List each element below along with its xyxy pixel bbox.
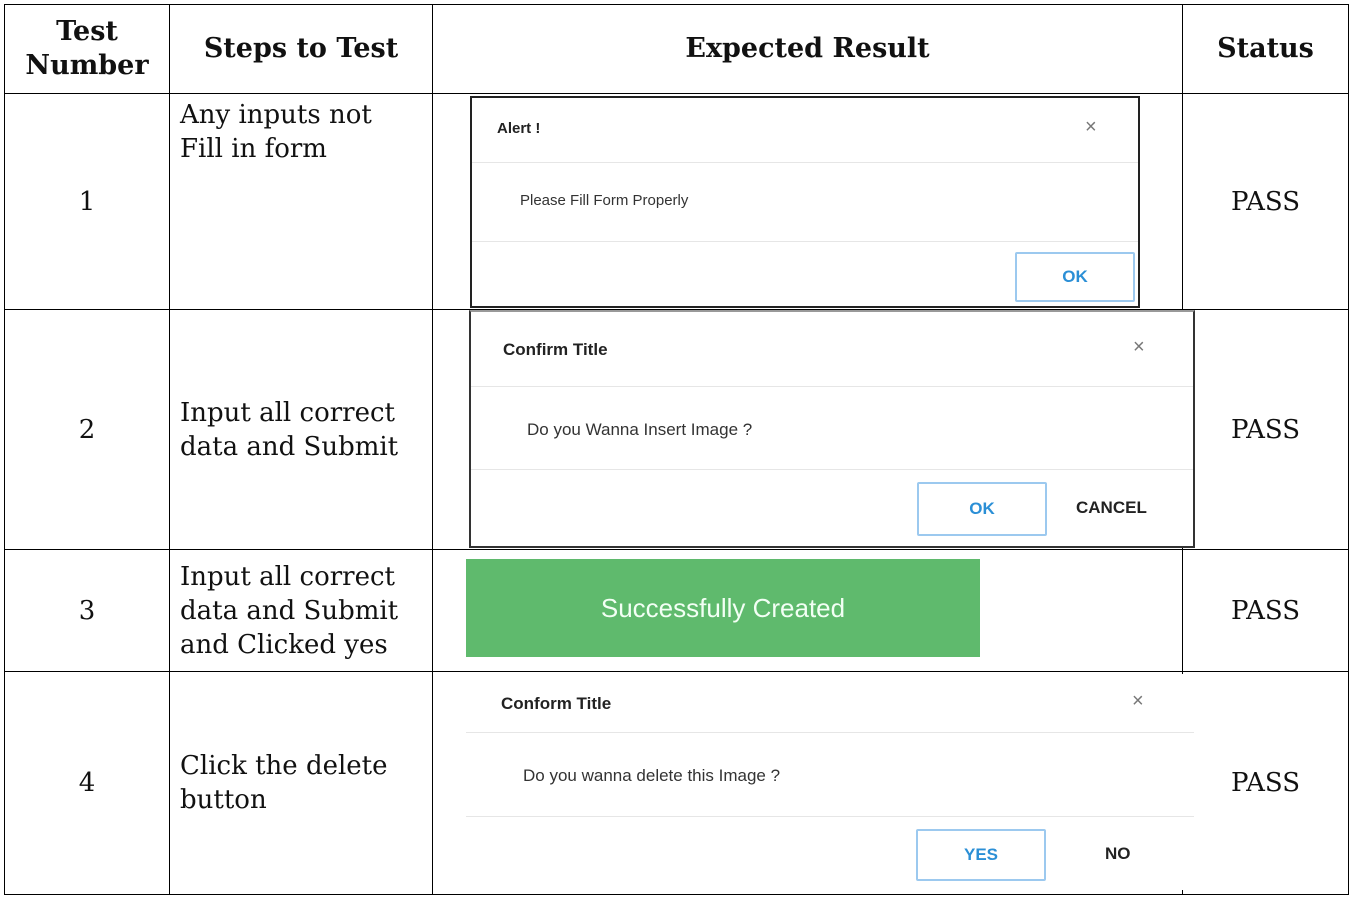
yes-button[interactable]: YES — [916, 829, 1046, 881]
table-row: 3 Input all correct data and Submit and … — [4, 549, 1349, 672]
status-cell: PASS — [1182, 93, 1349, 310]
header-expected: Expected Result — [432, 4, 1183, 94]
expected-result-cell: Alert ! × Please Fill Form Properly OK — [432, 93, 1183, 310]
dialog-header: Conform Title × — [466, 674, 1194, 733]
alert-dialog: Alert ! × Please Fill Form Properly OK — [470, 96, 1140, 308]
dialog-header: Alert ! × — [472, 98, 1138, 163]
steps-text: Input all correct data and Submit and Cl… — [169, 549, 433, 672]
table-row: 2 Input all correct data and Submit Conf… — [4, 309, 1349, 550]
toast-message: Successfully Created — [600, 593, 846, 623]
confirm-dialog: Confirm Title × Do you Wanna Insert Imag… — [469, 310, 1195, 548]
dialog-title: Conform Title — [501, 694, 612, 713]
dialog-footer: OK — [472, 241, 1138, 305]
dialog-message: Do you wanna delete this Image ? — [523, 766, 781, 785]
dialog-title: Alert ! — [497, 120, 541, 137]
header-test-number: Test Number — [4, 4, 170, 94]
delete-confirm-dialog: Conform Title × Do you wanna delete this… — [466, 674, 1194, 890]
status-cell: PASS — [1182, 309, 1349, 550]
header-status: Status — [1182, 4, 1349, 94]
steps-text: Any inputs not Fill in form — [169, 93, 433, 310]
test-number: 4 — [4, 671, 170, 895]
test-number: 1 — [4, 93, 170, 310]
dialog-header: Confirm Title × — [471, 312, 1193, 387]
success-toast: Successfully Created — [466, 559, 980, 657]
test-number: 3 — [4, 549, 170, 672]
steps-text: Input all correct data and Submit — [169, 309, 433, 550]
close-icon[interactable]: × — [1085, 116, 1097, 139]
table-header-row: Test Number Steps to Test Expected Resul… — [4, 4, 1349, 94]
table-row: 4 Click the delete button Conform Title … — [4, 671, 1349, 895]
table-row: 1 Any inputs not Fill in form Alert ! × … — [4, 93, 1349, 310]
status-cell: PASS — [1182, 549, 1349, 672]
expected-result-cell: Conform Title × Do you wanna delete this… — [432, 671, 1194, 895]
dialog-message: Please Fill Form Properly — [520, 192, 689, 209]
dialog-message: Do you Wanna Insert Image ? — [527, 420, 753, 439]
close-icon[interactable]: × — [1133, 336, 1145, 359]
cancel-button[interactable]: CANCEL — [1076, 498, 1147, 518]
ok-button[interactable]: OK — [1015, 252, 1135, 302]
test-cases-table: Test Number Steps to Test Expected Resul… — [4, 4, 1349, 895]
no-button[interactable]: NO — [1105, 844, 1131, 864]
expected-result-cell: Successfully Created — [432, 549, 1183, 672]
close-icon[interactable]: × — [1132, 690, 1144, 713]
dialog-title: Confirm Title — [503, 340, 608, 359]
header-steps: Steps to Test — [169, 4, 433, 94]
steps-text: Click the delete button — [169, 671, 433, 895]
test-number: 2 — [4, 309, 170, 550]
test-table-container: Test Number Steps to Test Expected Resul… — [0, 0, 1358, 902]
expected-result-cell: Confirm Title × Do you Wanna Insert Imag… — [432, 309, 1195, 550]
ok-button[interactable]: OK — [917, 482, 1047, 536]
dialog-footer: YES NO — [466, 816, 1194, 891]
status-cell: PASS — [1182, 671, 1349, 895]
dialog-footer: OK CANCEL — [471, 469, 1193, 545]
